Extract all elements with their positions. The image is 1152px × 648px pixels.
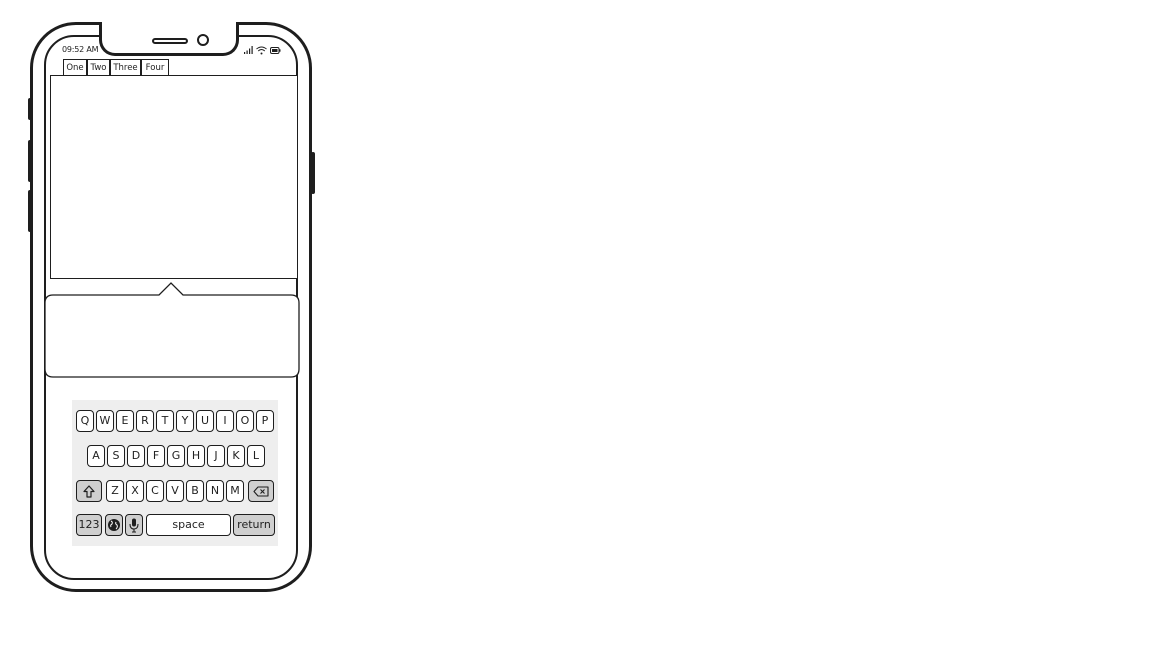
battery-icon [270, 46, 281, 54]
tab-label: Two [90, 63, 107, 73]
key-q[interactable]: Q [76, 410, 94, 432]
shift-icon [83, 485, 95, 498]
keyboard: Q W E R T Y U I O P A S D F G H J K L Z … [72, 400, 278, 546]
backspace-icon [253, 486, 269, 497]
mute-switch [28, 98, 32, 120]
tab-two[interactable]: Two [87, 59, 110, 75]
globe-key[interactable] [105, 514, 123, 536]
key-r[interactable]: R [136, 410, 154, 432]
key-x[interactable]: X [126, 480, 144, 502]
key-f[interactable]: F [147, 445, 165, 467]
backspace-key[interactable] [248, 480, 274, 502]
key-y[interactable]: Y [176, 410, 194, 432]
tab-one[interactable]: One [63, 59, 87, 75]
mic-key[interactable] [125, 514, 143, 536]
key-z[interactable]: Z [106, 480, 124, 502]
tab-three[interactable]: Three [110, 59, 141, 75]
key-s[interactable]: S [107, 445, 125, 467]
key-t[interactable]: T [156, 410, 174, 432]
key-e[interactable]: E [116, 410, 134, 432]
globe-icon [108, 519, 120, 531]
numbers-key[interactable]: 123 [76, 514, 102, 536]
tab-label: Four [145, 63, 165, 73]
popover [44, 282, 300, 378]
shift-key[interactable] [76, 480, 102, 502]
key-i[interactable]: I [216, 410, 234, 432]
key-w[interactable]: W [96, 410, 114, 432]
key-a[interactable]: A [87, 445, 105, 467]
key-h[interactable]: H [187, 445, 205, 467]
key-j[interactable]: J [207, 445, 225, 467]
signal-icon [244, 46, 253, 54]
tab-label: Three [113, 63, 138, 73]
key-n[interactable]: N [206, 480, 224, 502]
front-camera [197, 34, 209, 46]
key-m[interactable]: M [226, 480, 244, 502]
key-k[interactable]: K [227, 445, 245, 467]
key-b[interactable]: B [186, 480, 204, 502]
volume-down-button [28, 190, 32, 232]
key-u[interactable]: U [196, 410, 214, 432]
key-o[interactable]: O [236, 410, 254, 432]
wifi-icon [256, 46, 267, 54]
key-p[interactable]: P [256, 410, 274, 432]
tab-label: One [66, 63, 84, 73]
speaker-grille [152, 38, 188, 44]
key-g[interactable]: G [167, 445, 185, 467]
key-d[interactable]: D [127, 445, 145, 467]
key-v[interactable]: V [166, 480, 184, 502]
tab-content-pane [50, 76, 298, 279]
key-l[interactable]: L [247, 445, 265, 467]
status-icons [244, 44, 281, 56]
volume-up-button [28, 140, 32, 182]
key-c[interactable]: C [146, 480, 164, 502]
status-time: 09:52 AM [62, 45, 99, 54]
microphone-icon [129, 518, 139, 533]
power-button [311, 152, 315, 194]
tab-four[interactable]: Four [141, 59, 169, 75]
notch [99, 22, 239, 56]
return-key[interactable]: return [233, 514, 275, 536]
space-key[interactable]: space [146, 514, 231, 536]
